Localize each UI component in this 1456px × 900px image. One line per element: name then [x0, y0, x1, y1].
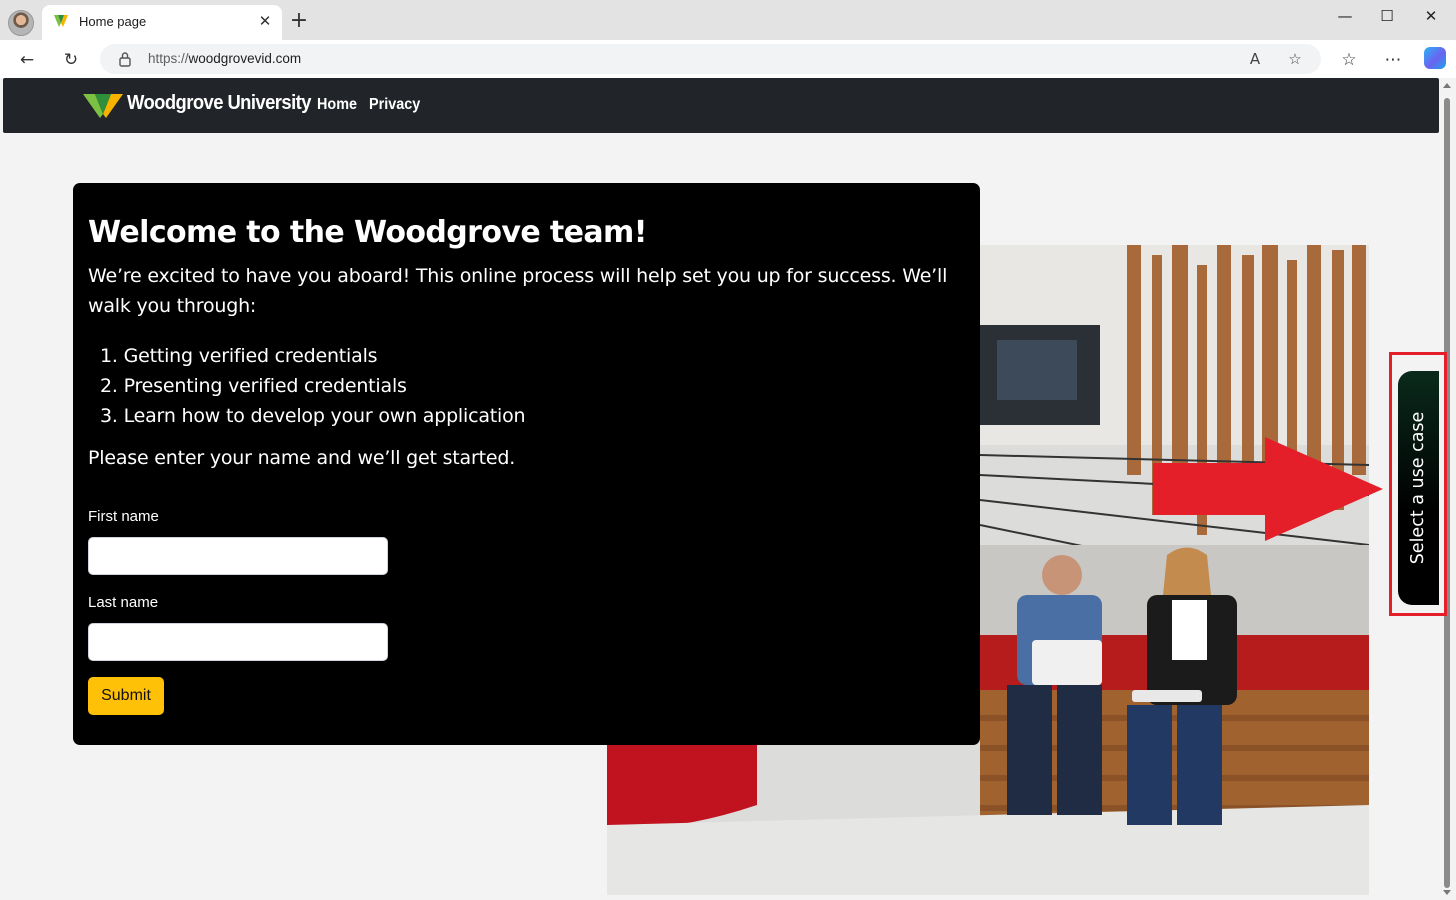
- browser-tab[interactable]: Home page ✕: [42, 5, 282, 40]
- refresh-icon[interactable]: ↻: [60, 49, 82, 71]
- address-bar[interactable]: https://woodgrovevid.com A ☆: [100, 44, 1321, 74]
- first-name-input[interactable]: [88, 537, 388, 575]
- woodgrove-logo-icon[interactable]: [83, 94, 123, 118]
- annotation-arrow-icon: [1153, 437, 1383, 541]
- favorites-icon[interactable]: ☆: [1338, 49, 1360, 71]
- scroll-down-icon[interactable]: [1443, 890, 1451, 895]
- annotation-highlight-box: [1389, 352, 1447, 616]
- profile-avatar[interactable]: [8, 10, 34, 36]
- list-item: 2. Presenting verified credentials: [100, 375, 407, 397]
- close-icon[interactable]: ✕: [1421, 6, 1441, 26]
- url-host: woodgrovevid.com: [188, 51, 302, 66]
- read-aloud-icon[interactable]: A: [1245, 49, 1265, 69]
- maximize-icon[interactable]: ☐: [1377, 6, 1397, 26]
- favorite-star-icon[interactable]: ☆: [1285, 49, 1305, 69]
- nav-link-home[interactable]: Home: [317, 96, 357, 114]
- tab-title: Home page: [79, 14, 147, 29]
- brand-name[interactable]: Woodgrove University: [127, 92, 311, 115]
- url-text[interactable]: https://woodgrovevid.com: [148, 51, 301, 66]
- nav-link-privacy[interactable]: Privacy: [369, 96, 420, 114]
- welcome-card: Welcome to the Woodgrove team! We’re exc…: [73, 183, 980, 745]
- browser-toolbar: ← ↻ https://woodgrovevid.com A ☆ ☆ ⋯: [0, 40, 1456, 78]
- scroll-up-icon[interactable]: [1443, 83, 1451, 88]
- last-name-input[interactable]: [88, 623, 388, 661]
- submit-button[interactable]: Submit: [88, 677, 164, 715]
- more-icon[interactable]: ⋯: [1382, 49, 1404, 71]
- list-item: 1. Getting verified credentials: [100, 345, 378, 367]
- last-name-label: Last name: [88, 594, 159, 611]
- back-icon[interactable]: ←: [16, 49, 38, 71]
- list-item: 3. Learn how to develop your own applica…: [100, 405, 526, 427]
- intro-text: We’re excited to have you aboard! This o…: [88, 265, 948, 317]
- steps-list: 1. Getting verified credentials 2. Prese…: [100, 341, 526, 431]
- first-name-label: First name: [88, 508, 159, 525]
- site-navbar: Woodgrove University Home Privacy: [3, 78, 1439, 133]
- name-prompt: Please enter your name and we’ll get sta…: [88, 447, 516, 469]
- copilot-icon[interactable]: [1424, 47, 1446, 69]
- minimize-icon[interactable]: —: [1335, 6, 1355, 26]
- url-protocol: https://: [148, 51, 189, 66]
- tab-strip: Home page ✕ + — ☐ ✕: [0, 0, 1456, 40]
- new-tab-button[interactable]: +: [289, 10, 309, 32]
- woodgrove-favicon-icon: [54, 15, 68, 27]
- lock-icon[interactable]: [118, 51, 132, 67]
- page-title: Welcome to the Woodgrove team!: [88, 215, 647, 250]
- tab-close-icon[interactable]: ✕: [256, 12, 274, 30]
